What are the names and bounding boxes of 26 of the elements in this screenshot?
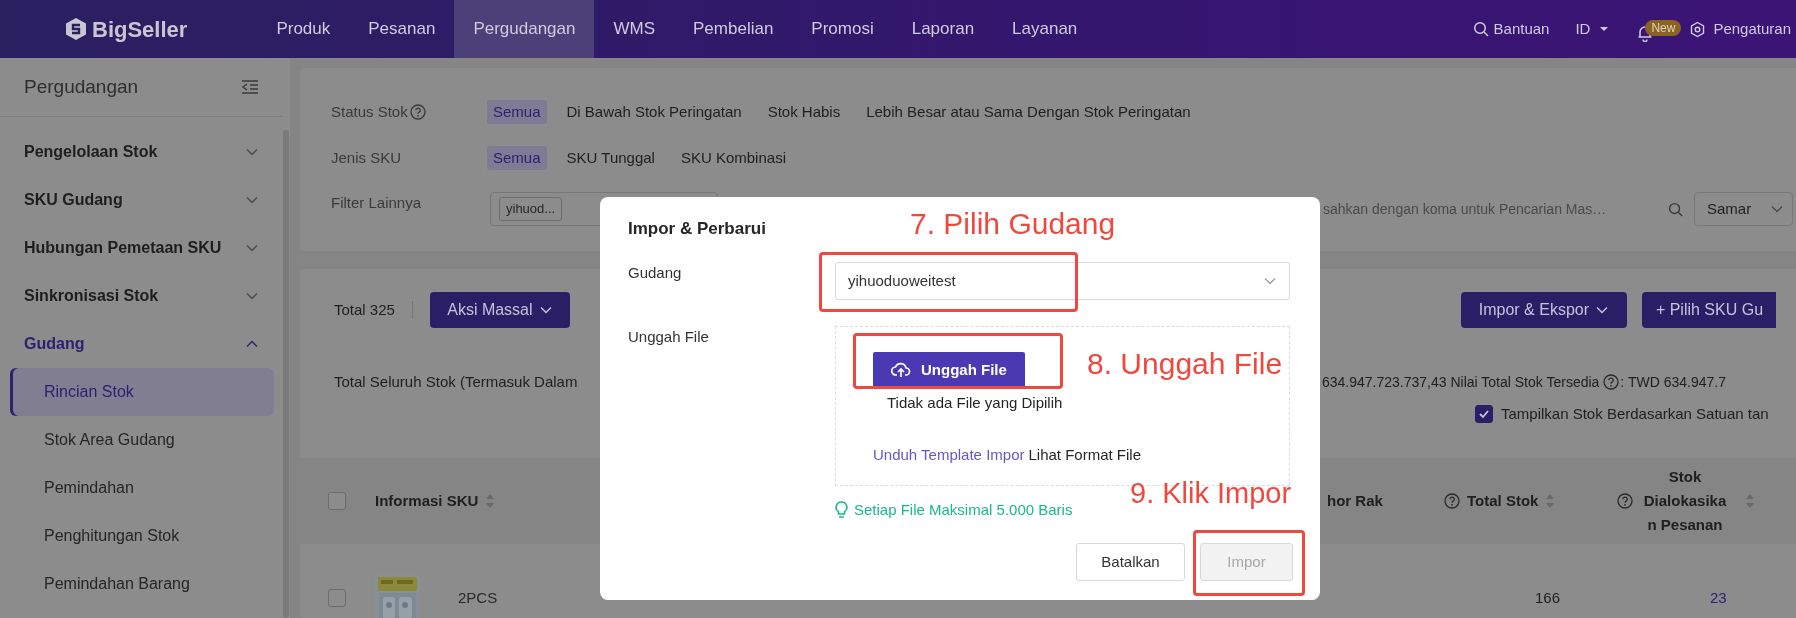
annotation-text: 8. Unggah File <box>1087 346 1283 382</box>
field-label: Gudang <box>628 264 682 281</box>
column-header: hor Rak <box>1327 490 1383 511</box>
sku-name: 2PCS <box>458 588 498 608</box>
column-header: Total Stok <box>1467 490 1539 511</box>
summary-value: : TWD 634.947.7 <box>1620 372 1726 392</box>
annotation-text: 7. Pilih Gudang <box>910 206 1116 242</box>
total-count: Total 325 <box>334 299 395 320</box>
column-header: Stok Dialokasikan Pesanan <box>1642 467 1728 535</box>
summary-text: Total Seluruh Stok (Termasuk Dalam <box>334 372 578 390</box>
checkbox-label: Tampilkan Stok Berdasarkan Satuan tan <box>1501 403 1769 424</box>
summary-value: 634.947.723.737,43 Nilai Total Stok Tersedia <box>1322 372 1600 392</box>
tag: yihuod... <box>499 197 563 221</box>
sidebar-title: Pergudangan <box>24 74 139 99</box>
dialog-title: Impor & Perbarui <box>628 218 766 240</box>
table-cell-text: 166 <box>1534 588 1560 608</box>
annotation-text: 9. Klik Impor <box>1130 476 1292 511</box>
filter-label: Filter Lainnya <box>331 194 422 211</box>
hint-text: Setiap File Maksimal 5.000 Baris <box>854 500 1073 520</box>
column-header: Informasi SKU <box>375 490 479 511</box>
field-label: Unggah File <box>628 328 709 345</box>
filter-label: Status Stok <box>331 101 408 122</box>
logo-text: BigSeller <box>92 15 188 44</box>
filter-label: Jenis SKU <box>331 147 402 168</box>
status-text: Tidak ada File yang Dipilih <box>887 394 1063 412</box>
new-badge: New <box>1645 20 1682 36</box>
